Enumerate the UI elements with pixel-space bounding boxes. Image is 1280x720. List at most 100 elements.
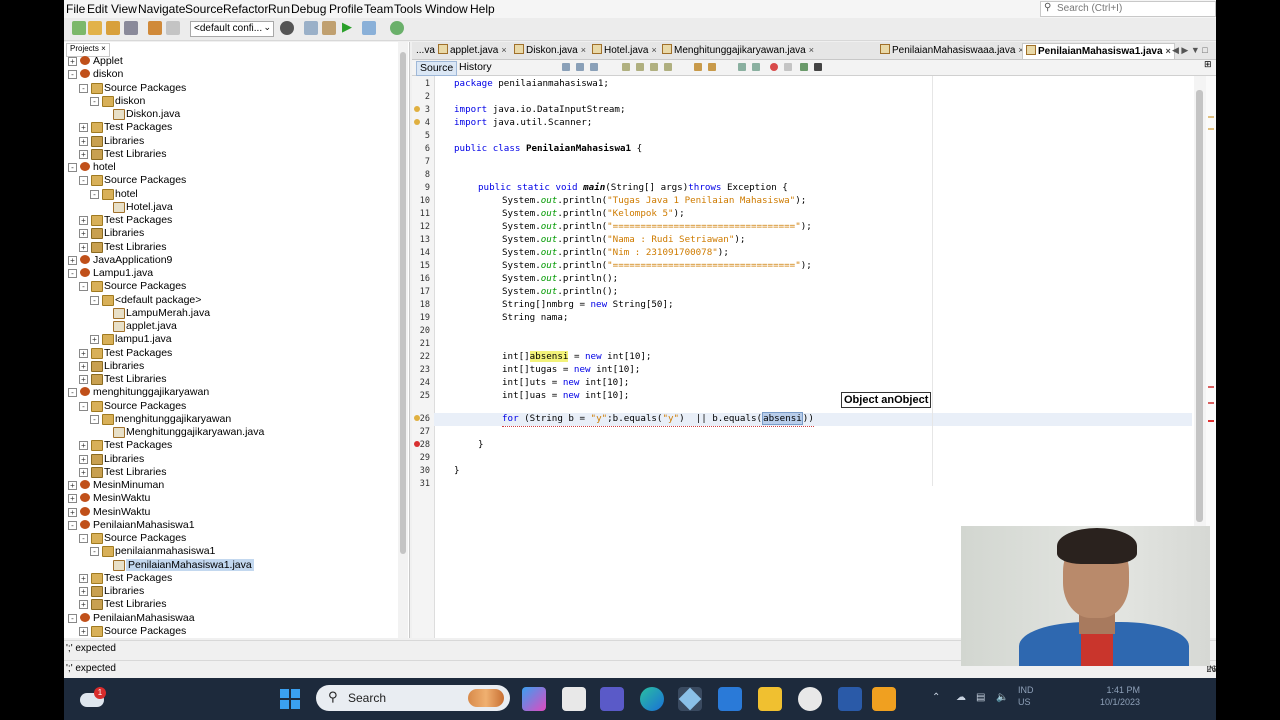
projects-scrollbar[interactable] xyxy=(398,42,408,638)
close-icon[interactable]: × xyxy=(1166,46,1171,56)
tree-item[interactable]: + Test Packages xyxy=(64,121,398,134)
find-icon[interactable] xyxy=(622,63,630,71)
task-view-icon[interactable] xyxy=(562,687,586,711)
diff-icon[interactable] xyxy=(814,63,822,71)
config-select[interactable]: <default confi... ⌄ xyxy=(190,21,274,37)
new-file-icon[interactable] xyxy=(72,21,86,35)
edge-icon[interactable] xyxy=(640,687,664,711)
tree-item[interactable]: - Source Packages xyxy=(64,532,398,545)
tree-item[interactable]: + Libraries xyxy=(64,585,398,598)
tree-item[interactable]: + Test Libraries xyxy=(64,598,398,611)
expand-icon[interactable]: + xyxy=(79,441,88,451)
line-number[interactable]: 20 xyxy=(412,326,430,336)
expand-icon[interactable]: + xyxy=(79,123,88,133)
menu-view[interactable]: View xyxy=(111,2,137,16)
line-number[interactable]: 22 xyxy=(412,352,430,362)
new-project-icon[interactable] xyxy=(88,21,102,35)
network-icon[interactable]: ▤ xyxy=(976,692,985,703)
tree-item[interactable]: PenilaianMahasiswa1.java xyxy=(64,558,398,572)
tab-penilaianmahasiswa1-java[interactable]: PenilaianMahasiswa1.java × xyxy=(1022,43,1175,59)
expand-icon[interactable]: + xyxy=(68,57,77,66)
tree-item[interactable]: + Test Libraries xyxy=(64,466,398,479)
tab-menghitunggajikaryawan-java[interactable]: Menghitunggajikaryawan.java × xyxy=(662,43,814,58)
menu-debug[interactable]: Debug xyxy=(291,2,326,16)
tree-item[interactable]: - Lampu1.java xyxy=(64,267,398,280)
tree-item[interactable]: + Test Libraries xyxy=(64,148,398,161)
copilot-icon[interactable] xyxy=(522,687,546,711)
tree-item[interactable]: - penilaianmahasiswa1 xyxy=(64,545,398,558)
menu-profile[interactable]: Profile xyxy=(329,2,363,16)
line-number[interactable]: 19 xyxy=(412,313,430,323)
tree-item[interactable]: + Applet xyxy=(64,55,398,68)
app-icon[interactable] xyxy=(872,687,896,711)
find-previous-icon[interactable] xyxy=(636,63,644,71)
open-project-icon[interactable] xyxy=(106,21,120,35)
collapse-icon[interactable]: - xyxy=(79,282,88,292)
close-icon[interactable]: × xyxy=(581,45,586,55)
tab-applet-java[interactable]: applet.java × xyxy=(438,43,507,58)
error-icon[interactable] xyxy=(414,441,420,447)
globe-icon[interactable] xyxy=(280,21,294,35)
line-number[interactable]: 13 xyxy=(412,235,430,245)
line-number[interactable]: 27 xyxy=(412,427,430,437)
error-mark[interactable] xyxy=(1208,420,1214,422)
expand-icon[interactable]: + xyxy=(79,361,88,371)
tab-hidden-java[interactable]: ...va xyxy=(416,43,435,58)
collapse-icon[interactable]: - xyxy=(90,547,99,557)
profile-icon[interactable] xyxy=(390,21,404,35)
tree-item[interactable]: Diskon.java xyxy=(64,108,398,121)
line-number[interactable]: 2 xyxy=(412,92,430,102)
last-edit-icon[interactable] xyxy=(562,63,570,71)
expand-icon[interactable]: + xyxy=(79,573,88,583)
collapse-icon[interactable]: - xyxy=(68,70,77,80)
tray-chevron-icon[interactable]: ⌃ xyxy=(932,692,940,703)
tree-item[interactable]: + Libraries xyxy=(64,360,398,373)
expand-icon[interactable]: + xyxy=(79,626,88,636)
expand-icon[interactable]: + xyxy=(79,216,88,225)
weather-widget[interactable]: 1 xyxy=(80,687,106,707)
tree-item[interactable]: - diskon xyxy=(64,95,398,108)
menu-help[interactable]: Help xyxy=(470,2,495,16)
line-number[interactable]: 10 xyxy=(412,196,430,206)
expand-icon[interactable]: + xyxy=(79,454,88,464)
menu-window[interactable]: Window xyxy=(425,2,468,16)
expand-icon[interactable]: + xyxy=(79,136,88,146)
tree-item[interactable]: + MesinWaktu xyxy=(64,506,398,519)
tree-item[interactable]: + Test Packages xyxy=(64,572,398,585)
menu-team[interactable]: Team xyxy=(364,2,393,16)
file-explorer-icon[interactable] xyxy=(758,687,782,711)
play-macro-icon[interactable] xyxy=(784,63,792,71)
word-icon[interactable] xyxy=(838,687,862,711)
tree-item[interactable]: - <default package> xyxy=(64,294,398,307)
collapse-icon[interactable]: - xyxy=(90,96,99,106)
comment-icon[interactable] xyxy=(738,63,746,71)
menu-navigate[interactable]: Navigate xyxy=(138,2,185,16)
close-icon[interactable]: × xyxy=(651,45,656,55)
tree-item[interactable]: + Test Libraries xyxy=(64,241,398,254)
line-number[interactable]: 8 xyxy=(412,170,430,180)
volume-icon[interactable]: 🔈 xyxy=(996,692,1008,703)
line-number[interactable]: 23 xyxy=(412,365,430,375)
tree-item[interactable]: - Source Packages xyxy=(64,174,398,187)
tree-item[interactable]: + Test Libraries xyxy=(64,373,398,386)
run-icon[interactable]: ▶ xyxy=(342,21,356,35)
hammer-icon[interactable] xyxy=(304,21,318,35)
tree-item[interactable]: + Test Packages xyxy=(64,439,398,452)
save-all-icon[interactable] xyxy=(124,21,138,35)
expand-icon[interactable]: + xyxy=(68,494,77,504)
collapse-icon[interactable]: - xyxy=(79,534,88,543)
editor-scroll-thumb[interactable] xyxy=(1196,90,1203,522)
warning-icon[interactable] xyxy=(414,119,420,125)
toggle-highlight-icon[interactable] xyxy=(664,63,672,71)
collapse-icon[interactable]: - xyxy=(90,414,99,424)
line-number[interactable]: 11 xyxy=(412,209,430,219)
tree-item[interactable]: + Source Packages xyxy=(64,625,398,638)
line-number[interactable]: 14 xyxy=(412,248,430,258)
expand-icon[interactable]: + xyxy=(68,507,77,517)
collapse-icon[interactable]: - xyxy=(90,295,99,305)
uncomment-icon[interactable] xyxy=(752,63,760,71)
menu-edit[interactable]: Edit xyxy=(87,2,108,16)
collapse-icon[interactable]: - xyxy=(90,189,99,199)
expand-icon[interactable]: + xyxy=(68,255,77,265)
collapse-icon[interactable]: - xyxy=(68,269,77,278)
